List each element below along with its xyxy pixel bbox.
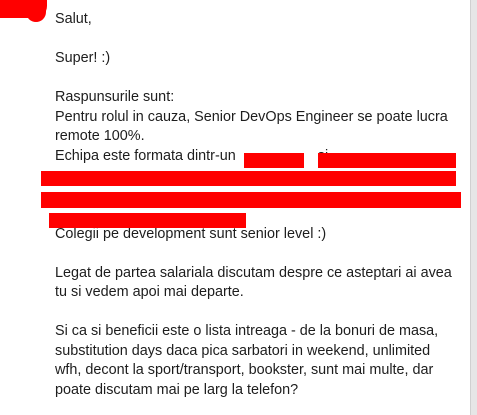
benefits-text-line-2: substitution days daca pica sarbatori in… <box>55 342 431 359</box>
redaction-bar <box>49 213 246 228</box>
benefits-text-line-4: poate discutam mai pe larg la telefon? <box>55 381 299 398</box>
benefits-text-line-1: Si ca si beneficii este o lista intreaga… <box>55 323 439 339</box>
answers-heading: Raspunsurile sunt: <box>55 89 175 105</box>
redaction-bar <box>244 153 304 168</box>
redaction-bar <box>41 171 456 186</box>
greeting-text: Salut, <box>55 11 92 27</box>
redaction-bar <box>41 192 461 208</box>
salary-text-line-1: Legat de partea salariala discutam despr… <box>55 264 452 281</box>
reply-text: Super! :) <box>55 50 111 66</box>
redaction-bar <box>318 153 456 168</box>
benefits-text-line-3: wfh, decont la sport/transport, bookster… <box>55 362 434 378</box>
team-text-start: Echipa este formata dintr-un <box>55 147 236 164</box>
remote-text-line-2: remote 100%. <box>55 128 145 144</box>
remote-text-line-1: Pentru rolul in cauza, Senior DevOps Eng… <box>55 108 448 125</box>
salary-text-line-2: tu si vedem apoi mai departe. <box>55 284 244 300</box>
avatar-redaction <box>0 0 47 22</box>
window-edge <box>470 0 477 415</box>
